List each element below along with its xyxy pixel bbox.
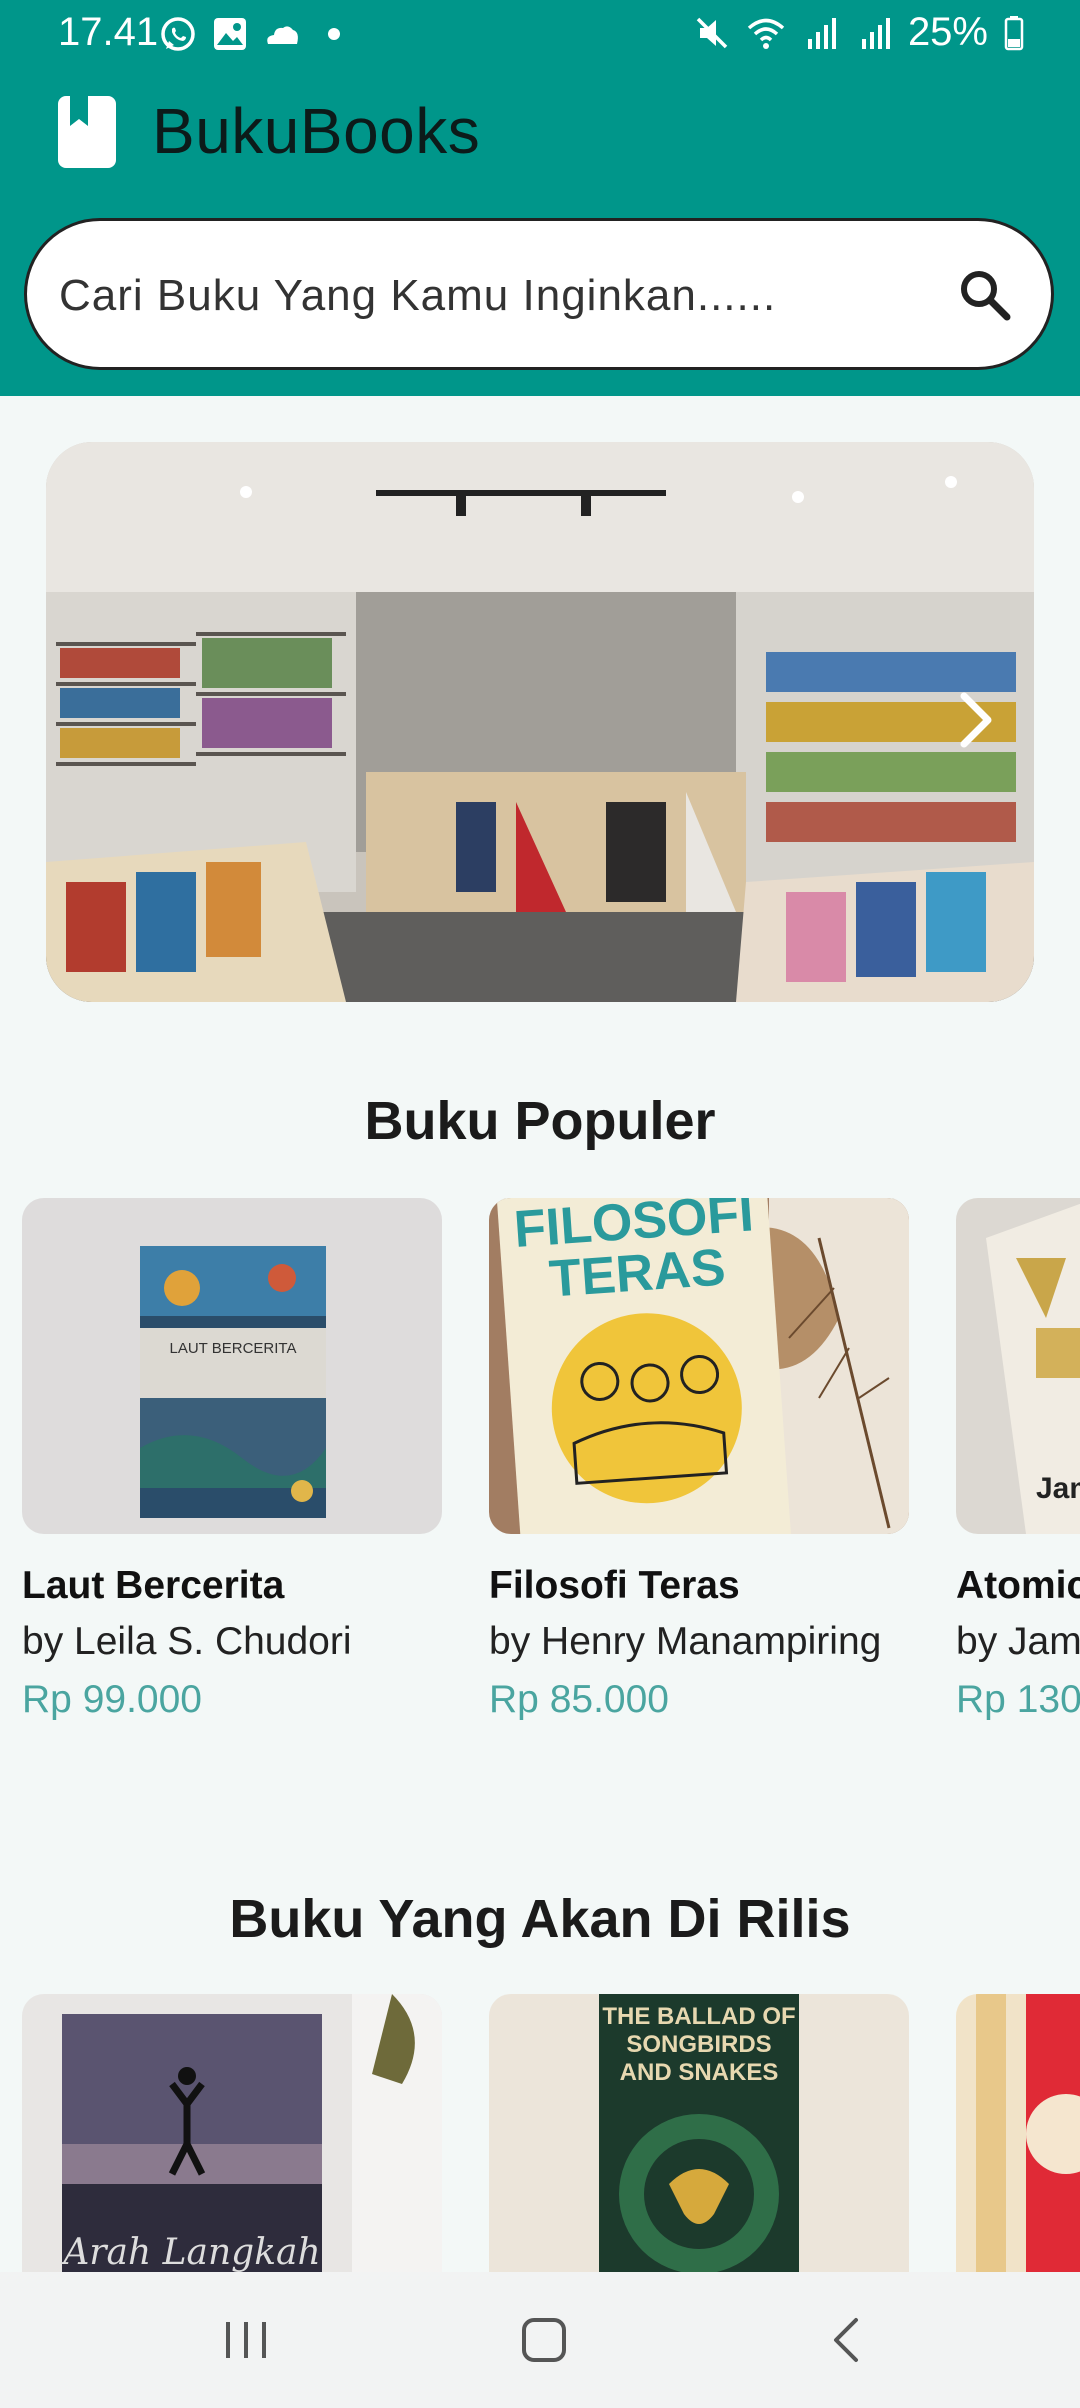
- book-title: Laut Bercerita: [22, 1564, 285, 1607]
- upcoming-book-card[interactable]: [956, 1994, 1080, 2272]
- back-icon[interactable]: [816, 2308, 880, 2372]
- book-cover-image: [956, 1994, 1080, 2272]
- book-author: by Henry Manampiring: [489, 1620, 882, 1663]
- book-cover[interactable]: FILOSOFI TERAS: [489, 1198, 909, 1534]
- status-bar: 17.41 25%: [0, 0, 1080, 70]
- status-time: 17.41: [58, 10, 159, 54]
- mute-icon: [696, 17, 728, 48]
- book-cover[interactable]: LAUT BERCERITA: [22, 1198, 442, 1534]
- bookmark-book-icon: [58, 96, 116, 168]
- wifi-icon: [747, 18, 785, 49]
- promo-banner[interactable]: [46, 442, 1034, 1002]
- search-bar[interactable]: Cari Buku Yang Kamu Inginkan......: [24, 218, 1054, 370]
- book-cover[interactable]: Jam: [956, 1198, 1080, 1534]
- signal-icon: [861, 17, 890, 49]
- popular-books-list[interactable]: LAUT BERCERITA Laut Bercerita by Leila S…: [0, 1198, 1080, 1738]
- notification-icons: [158, 14, 354, 54]
- home-icon[interactable]: [512, 2308, 576, 2372]
- battery-percentage: 25%: [907, 10, 988, 54]
- cover-text: SONGBIRDS: [626, 2031, 771, 2058]
- book-author: by Leila S. Chudori: [22, 1620, 352, 1663]
- bookstore-interior-photo: [46, 442, 1034, 1002]
- book-cover-title: Arah Langkah: [60, 2232, 320, 2272]
- search-input[interactable]: Cari Buku Yang Kamu Inginkan......: [59, 271, 776, 321]
- app-title: BukuBooks: [152, 95, 481, 167]
- recents-icon[interactable]: [214, 2308, 278, 2372]
- cover-text: THE BALLAD OF: [602, 2003, 795, 2030]
- dot-icon: [328, 28, 340, 40]
- book-title: Atomic Habits: [956, 1564, 1080, 1607]
- upcoming-section-title: Buku Yang Akan Di Rilis: [229, 1889, 851, 1949]
- app-bar: BukuBooks: [0, 84, 1080, 180]
- app-header: 17.41 25% BukuBooks Cari Buku Yang Kamu …: [0, 0, 1080, 396]
- book-cover-image: Arah Langkah: [22, 1994, 442, 2272]
- cloud-icon: [267, 26, 298, 44]
- book-cover-image: FILOSOFI TERAS: [489, 1198, 909, 1534]
- book-price: Rp 99.000: [22, 1678, 202, 1721]
- book-cover-title: LAUT BERCERITA: [170, 1340, 297, 1357]
- search-icon[interactable]: [955, 265, 1015, 325]
- upcoming-book-card[interactable]: THE BALLAD OF SONGBIRDS AND SNAKES: [489, 1994, 909, 2272]
- gallery-icon: [214, 18, 246, 50]
- book-price: Rp 130.000: [956, 1678, 1080, 1721]
- book-cover-image: Jam: [956, 1198, 1080, 1534]
- upcoming-books-list[interactable]: Arah Langkah THE BALLAD OF SONGBIRDS AND…: [0, 1994, 1080, 2272]
- battery-icon: [1004, 15, 1024, 50]
- system-status-icons: 25%: [692, 10, 1026, 55]
- book-author: by James Clear: [956, 1620, 1080, 1663]
- upcoming-book-card[interactable]: Arah Langkah: [22, 1994, 442, 2272]
- book-title: Filosofi Teras: [489, 1564, 740, 1607]
- cover-author-text: Jam: [1036, 1472, 1080, 1505]
- book-cover-image: LAUT BERCERITA: [22, 1198, 442, 1534]
- popular-section-title: Buku Populer: [364, 1091, 716, 1151]
- signal-icon: [807, 17, 836, 49]
- chevron-right-icon[interactable]: [946, 680, 1006, 760]
- cover-text: TERAS: [547, 1239, 727, 1309]
- book-price: Rp 85.000: [489, 1678, 669, 1721]
- book-cover-image: THE BALLAD OF SONGBIRDS AND SNAKES: [489, 1994, 909, 2272]
- system-nav-bar: [0, 2272, 1080, 2408]
- cover-text: AND SNAKES: [620, 2059, 779, 2086]
- whatsapp-icon: [161, 17, 195, 51]
